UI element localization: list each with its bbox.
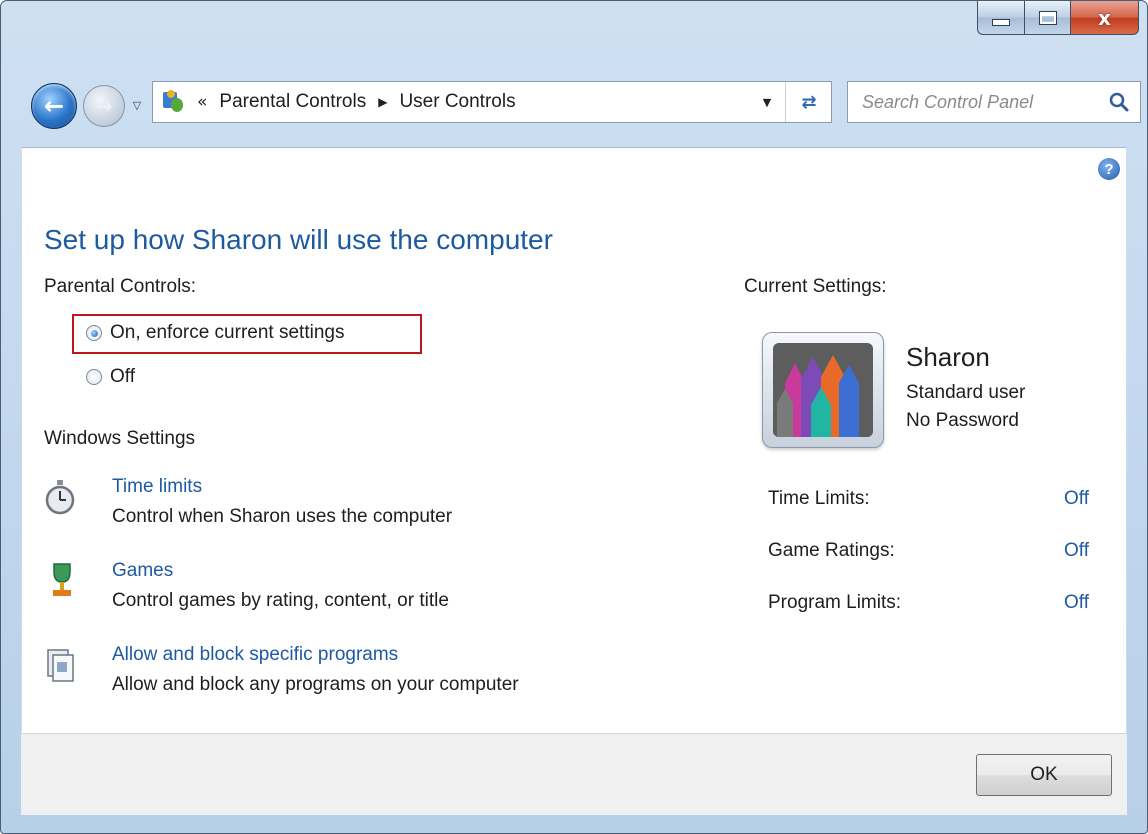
back-button[interactable]: ← — [31, 83, 77, 129]
close-icon: x — [1098, 5, 1111, 30]
forward-button[interactable]: → — [83, 85, 125, 127]
programs-icon — [44, 644, 76, 684]
control-panel-icon — [161, 88, 189, 116]
radio-off-control[interactable] — [86, 369, 102, 385]
allow-block-programs-description: Allow and block any programs on your com… — [112, 674, 519, 695]
ok-button[interactable]: OK — [976, 754, 1112, 796]
breadcrumb-user-controls[interactable]: User Controls — [399, 91, 515, 113]
games-link[interactable]: Games — [112, 560, 173, 582]
minimize-button[interactable] — [977, 1, 1025, 35]
radio-on-control[interactable] — [86, 325, 102, 341]
breadcrumb-parental-controls[interactable]: Parental Controls — [219, 91, 366, 113]
windows-settings-label: Windows Settings — [44, 428, 196, 449]
trophy-icon — [46, 560, 78, 600]
maximize-icon — [1038, 10, 1057, 25]
recent-pages-dropdown[interactable]: ▽ — [129, 97, 145, 113]
search-input[interactable] — [860, 90, 1104, 114]
games-description: Control games by rating, content, or tit… — [112, 590, 449, 611]
page-title: Set up how Sharon will use the computer — [44, 224, 553, 255]
help-icon[interactable]: ? — [1098, 158, 1120, 180]
forward-arrow-icon: → — [95, 94, 113, 118]
program-limits-setting-value[interactable]: Off — [1064, 592, 1089, 614]
refresh-icon: ⇄ — [801, 91, 817, 113]
search-box[interactable] — [847, 81, 1141, 123]
minimize-icon — [992, 19, 1010, 26]
back-arrow-icon: ← — [43, 92, 65, 120]
stopwatch-icon — [44, 478, 76, 518]
caption-buttons: x — [977, 1, 1139, 37]
user-type: Standard user — [906, 382, 1026, 403]
footer-bar: OK — [21, 733, 1127, 815]
current-settings-label: Current Settings: — [744, 276, 887, 297]
dropdown-arrow-icon: ▼ — [762, 95, 772, 109]
search-icon[interactable] — [1108, 91, 1130, 113]
allow-block-programs-link[interactable]: Allow and block specific programs — [112, 644, 398, 666]
breadcrumb-overflow[interactable]: « — [197, 92, 207, 112]
time-limits-setting-value[interactable]: Off — [1064, 488, 1089, 510]
maximize-button[interactable] — [1025, 1, 1071, 35]
game-ratings-setting-label: Game Ratings: — [768, 540, 895, 561]
window: x ← → ▽ « Parental Controls ▶ User Contr… — [0, 0, 1148, 834]
radio-off[interactable]: Off — [86, 366, 135, 388]
breadcrumb-separator-icon[interactable]: ▶ — [378, 95, 387, 109]
address-dropdown-button[interactable]: ▼ — [753, 82, 781, 122]
radio-on-label[interactable]: On, enforce current settings — [110, 322, 344, 344]
time-limits-link[interactable]: Time limits — [112, 476, 202, 498]
radio-on[interactable]: On, enforce current settings — [86, 322, 344, 344]
address-bar[interactable]: « Parental Controls ▶ User Controls ▼ ⇄ — [152, 81, 832, 123]
program-limits-setting-label: Program Limits: — [768, 592, 902, 613]
refresh-button[interactable]: ⇄ — [785, 82, 832, 122]
content-pane: ? Set up how Sharon will use the compute… — [21, 147, 1127, 733]
close-button[interactable]: x — [1071, 1, 1139, 35]
time-limits-description: Control when Sharon uses the computer — [112, 506, 453, 527]
user-name: Sharon — [906, 342, 990, 372]
game-ratings-setting-value[interactable]: Off — [1064, 540, 1089, 562]
time-limits-setting-label: Time Limits: — [768, 488, 870, 509]
chevron-down-icon: ▽ — [132, 98, 142, 112]
parental-controls-label: Parental Controls: — [44, 276, 197, 297]
password-status: No Password — [906, 410, 1019, 431]
user-avatar — [762, 332, 884, 448]
radio-off-label[interactable]: Off — [110, 366, 135, 388]
